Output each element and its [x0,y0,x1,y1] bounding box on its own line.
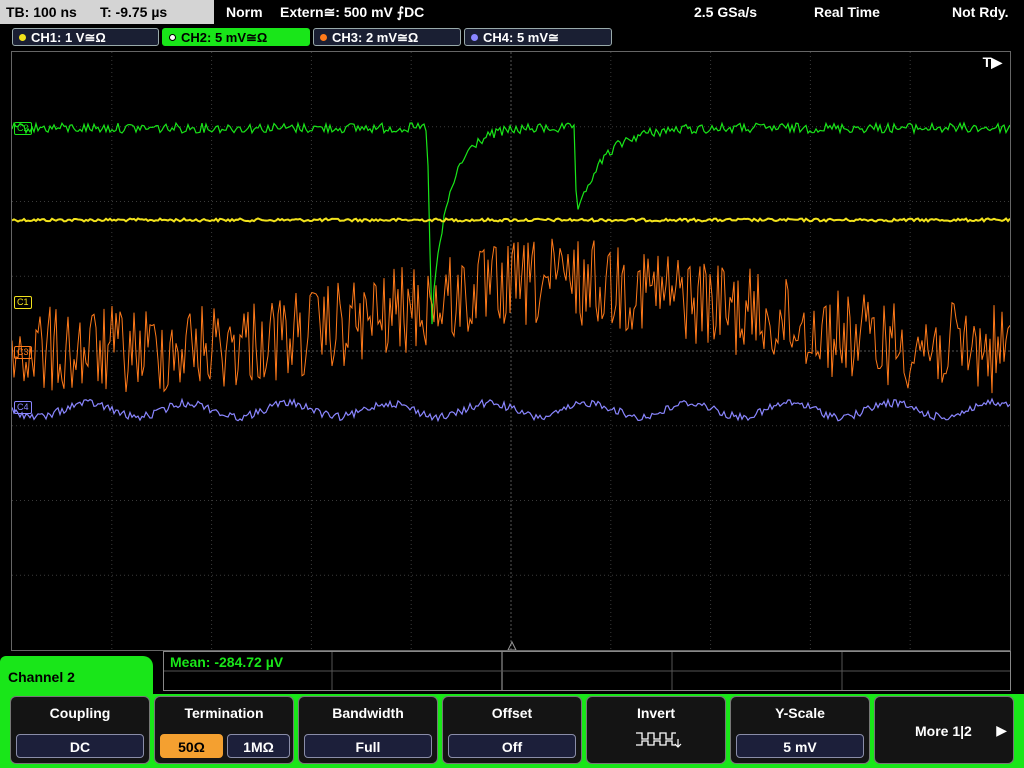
offset-title: Offset [491,705,533,721]
termination-50ohm[interactable]: 50Ω [160,734,223,758]
more-label: More 1|2 [915,723,972,739]
coupling-title: Coupling [49,705,111,721]
menu-title: Channel 2 [0,656,153,696]
more-softkey[interactable]: More 1|2 ▶ [874,696,1014,764]
ch1-dot-icon [19,34,26,41]
ch3-ground-tag[interactable]: C3 [14,346,32,359]
offset-value[interactable]: Off [448,734,576,758]
invert-softkey[interactable]: Invert [586,696,726,764]
ch4-dot-icon [471,34,478,41]
ch4-label: CH4: 5 mV≅ [483,30,559,45]
channel-tab-ch1[interactable]: CH1: 1 V≅Ω [12,28,159,46]
menu-title-text: Channel 2 [8,669,75,685]
mean-measurement: Mean: -284.72 µV [170,654,284,670]
channel-tab-ch3[interactable]: CH3: 2 mV≅Ω [313,28,461,46]
waveform-grid [12,52,1010,650]
trigger-mode[interactable]: Norm [226,0,263,24]
ch3-dot-icon [320,34,327,41]
ch1-label: CH1: 1 V≅Ω [31,30,106,45]
trigger-marker-icon: T▶ [982,54,1002,70]
yscale-title: Y-Scale [775,705,825,721]
invert-waveform-icon [636,732,682,748]
channel-tab-ch2[interactable]: CH2: 5 mV≅Ω [162,28,310,46]
ch2-ground-tag[interactable]: C2 [14,122,32,135]
arrow-right-icon: ▶ [996,722,1007,738]
coupling-value[interactable]: DC [16,734,144,758]
invert-title: Invert [636,705,676,721]
sample-rate[interactable]: 2.5 GSa/s [694,0,757,24]
measurement-panel: Mean: -284.72 µV [163,651,1011,691]
bandwidth-title: Bandwidth [332,705,404,721]
termination-title: Termination [184,705,264,721]
waveform-display[interactable]: T▶ C2 C1 C3 C4 [11,51,1011,651]
offset-softkey[interactable]: Offset Off [442,696,582,764]
ch2-label: CH2: 5 mV≅Ω [181,30,268,45]
yscale-softkey[interactable]: Y-Scale 5 mV [730,696,870,764]
termination-softkey[interactable]: Termination 50Ω 1MΩ [154,696,294,764]
timebase-box[interactable]: TB: 100 ns T: -9.75 µs [0,0,214,24]
bandwidth-softkey[interactable]: Bandwidth Full [298,696,438,764]
bandwidth-value[interactable]: Full [304,734,432,758]
ch4-ground-tag[interactable]: C4 [14,401,32,414]
channel-tab-ch4[interactable]: CH4: 5 mV≅ [464,28,612,46]
ch2-dot-icon [169,34,176,41]
acquisition-mode[interactable]: Real Time [814,0,880,24]
ch3-label: CH3: 2 mV≅Ω [332,30,419,45]
timebase-value: TB: 100 ns [6,4,77,20]
ch1-ground-tag[interactable]: C1 [14,296,32,309]
trigger-source[interactable]: Extern≅: 500 mV ⨍DC [280,0,424,24]
trigger-time: T: -9.75 µs [100,4,168,20]
run-status: Not Rdy. [952,4,1009,20]
yscale-value[interactable]: 5 mV [736,734,864,758]
trigger-position-icon [507,640,517,650]
coupling-softkey[interactable]: Coupling DC [10,696,150,764]
measurement-grid [164,652,1010,690]
status-bar: TB: 100 ns T: -9.75 µs Norm Extern≅: 500… [0,0,1024,24]
termination-1mohm[interactable]: 1MΩ [227,734,290,758]
